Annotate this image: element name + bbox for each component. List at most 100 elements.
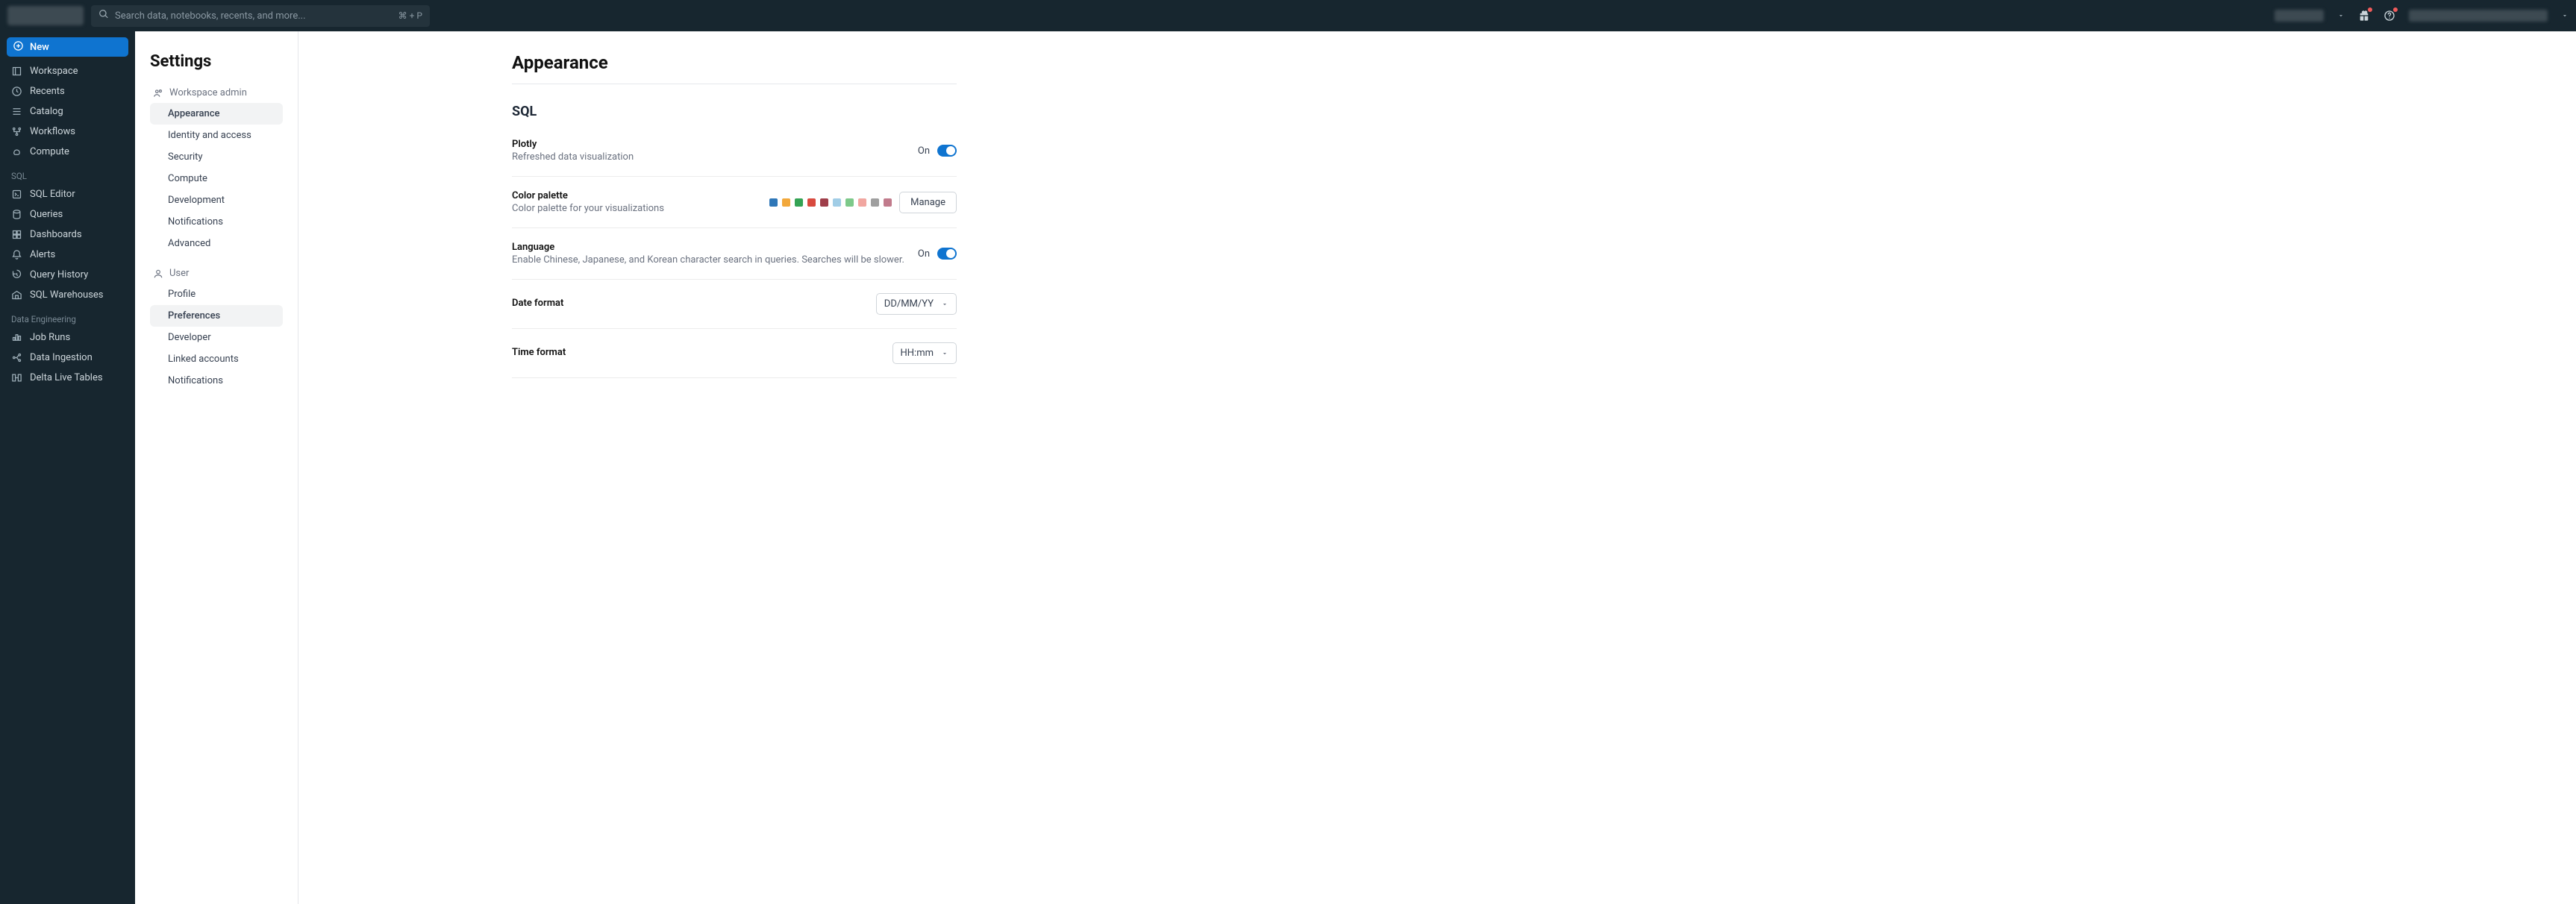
sidebar-item-label: Dashboards [30, 229, 82, 240]
setting-name: Language [512, 242, 904, 253]
settings-group-label: User [169, 268, 189, 279]
sidebar-section-de: Data Engineering [11, 314, 128, 324]
palette-swatch [795, 198, 803, 207]
settings-group-label: Workspace admin [169, 87, 247, 98]
chevron-down-icon [941, 301, 948, 308]
settings-item-preferences[interactable]: Preferences [150, 305, 283, 327]
settings-group-workspace-admin: Workspace admin [150, 87, 283, 98]
sidebar-item-catalog[interactable]: Catalog [7, 101, 128, 122]
settings-item-appearance[interactable]: Appearance [150, 103, 283, 125]
sidebar-item-workflows[interactable]: Workflows [7, 122, 128, 142]
sidebar-item-query-history[interactable]: Query History [7, 265, 128, 285]
chevron-down-icon [2337, 12, 2345, 19]
settings-item-development[interactable]: Development [150, 189, 283, 211]
settings-item-notifications-ws[interactable]: Notifications [150, 211, 283, 233]
setting-plotly: Plotly Refreshed data visualization On [512, 134, 957, 177]
sidebar-item-label: Delta Live Tables [30, 372, 103, 383]
content: Appearance SQL Plotly Refreshed data vis… [298, 31, 2576, 904]
search-input[interactable] [115, 10, 393, 22]
sidebar-item-label: Workflows [30, 126, 75, 137]
palette-swatch [782, 198, 790, 207]
sidebar-item-label: SQL Warehouses [30, 289, 104, 301]
sidebar-item-recents[interactable]: Recents [7, 81, 128, 101]
setting-desc: Refreshed data visualization [512, 151, 634, 163]
settings-item-linked-accounts[interactable]: Linked accounts [150, 348, 283, 370]
sidebar-item-data-ingestion[interactable]: Data Ingestion [7, 348, 128, 368]
sidebar-item-workspace[interactable]: Workspace [7, 61, 128, 81]
user-menu[interactable] [2409, 10, 2548, 22]
topbar-right [2275, 10, 2569, 22]
palette-swatches [769, 198, 892, 207]
gift-icon[interactable] [2358, 10, 2370, 22]
setting-name: Time format [512, 347, 566, 358]
select-value: DD/MM/YY [884, 298, 934, 310]
palette-swatch [820, 198, 828, 207]
search-shortcut: ⌘ + P [398, 10, 422, 21]
palette-swatch [884, 198, 892, 207]
settings-nav: Settings Workspace admin Appearance Iden… [135, 31, 298, 904]
help-icon[interactable] [2383, 10, 2395, 22]
plus-icon [13, 40, 24, 54]
palette-swatch [858, 198, 866, 207]
sidebar-section-sql: SQL [11, 171, 128, 181]
sidebar-item-label: Alerts [30, 249, 55, 260]
settings-item-advanced[interactable]: Advanced [150, 233, 283, 254]
settings-item-notifications-user[interactable]: Notifications [150, 370, 283, 392]
date-format-select[interactable]: DD/MM/YY [876, 293, 957, 315]
settings-group-user: User [150, 268, 283, 279]
sidebar-item-label: Data Ingestion [30, 352, 93, 363]
setting-name: Color palette [512, 190, 664, 201]
setting-name: Plotly [512, 139, 634, 150]
sidebar-item-job-runs[interactable]: Job Runs [7, 327, 128, 348]
sidebar-item-sql-warehouses[interactable]: SQL Warehouses [7, 285, 128, 305]
plotly-toggle[interactable] [937, 145, 957, 157]
section-title: SQL [512, 104, 1124, 119]
manage-palette-button[interactable]: Manage [899, 192, 957, 213]
setting-desc: Color palette for your visualizations [512, 203, 664, 214]
select-value: HH:mm [901, 348, 934, 359]
settings-item-identity[interactable]: Identity and access [150, 125, 283, 146]
sidebar-item-alerts[interactable]: Alerts [7, 245, 128, 265]
workspace-switcher[interactable] [2275, 10, 2324, 22]
settings-item-profile[interactable]: Profile [150, 283, 283, 305]
logo[interactable] [7, 6, 84, 25]
sidebar-item-label: Recents [30, 86, 65, 97]
setting-palette: Color palette Color palette for your vis… [512, 177, 957, 228]
sidebar-item-compute[interactable]: Compute [7, 142, 128, 162]
settings-title: Settings [150, 52, 283, 71]
settings-item-compute[interactable]: Compute [150, 168, 283, 189]
users-icon [153, 88, 163, 98]
palette-swatch [769, 198, 778, 207]
sidebar-item-queries[interactable]: Queries [7, 204, 128, 225]
palette-swatch [807, 198, 816, 207]
main: New Workspace Recents Catalog Workflows … [0, 31, 2576, 904]
sidebar-item-label: Queries [30, 209, 63, 220]
new-button[interactable]: New [7, 37, 128, 57]
toggle-state: On [918, 248, 930, 260]
search-input-wrap[interactable]: ⌘ + P [91, 5, 430, 27]
setting-date-format: Date format DD/MM/YY [512, 280, 957, 329]
sidebar-item-dashboards[interactable]: Dashboards [7, 225, 128, 245]
sidebar: New Workspace Recents Catalog Workflows … [0, 31, 135, 904]
palette-swatch [833, 198, 841, 207]
chevron-down-icon [941, 350, 948, 357]
setting-name: Date format [512, 298, 563, 309]
search-icon [99, 9, 109, 22]
settings-item-security[interactable]: Security [150, 146, 283, 168]
user-icon [153, 269, 163, 279]
sidebar-item-delta-live-tables[interactable]: Delta Live Tables [7, 368, 128, 388]
sidebar-item-label: Job Runs [30, 332, 70, 343]
language-toggle[interactable] [937, 248, 957, 260]
sidebar-item-label: Catalog [30, 106, 63, 117]
sidebar-item-label: Query History [30, 269, 88, 280]
new-button-label: New [30, 42, 49, 53]
sidebar-item-label: Workspace [30, 66, 78, 77]
page-title: Appearance [512, 52, 957, 84]
sidebar-item-sql-editor[interactable]: SQL Editor [7, 184, 128, 204]
topbar: ⌘ + P [0, 0, 2576, 31]
time-format-select[interactable]: HH:mm [892, 342, 957, 364]
setting-time-format: Time format HH:mm [512, 329, 957, 378]
settings-item-developer[interactable]: Developer [150, 327, 283, 348]
sidebar-item-label: SQL Editor [30, 189, 75, 200]
palette-swatch [845, 198, 854, 207]
